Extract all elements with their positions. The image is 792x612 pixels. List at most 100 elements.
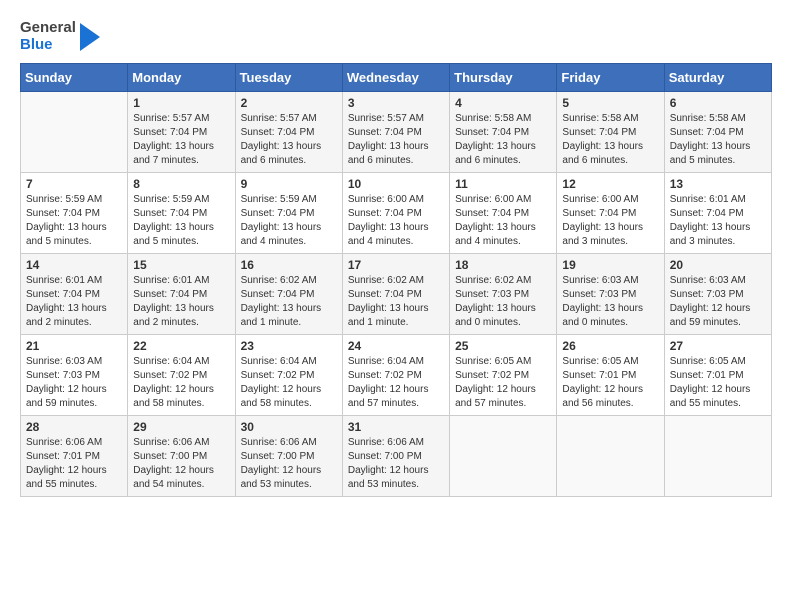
- calendar-cell: 23 Sunrise: 6:04 AM Sunset: 7:02 PM Dayli…: [235, 335, 342, 416]
- day-info: Sunrise: 6:02 AM Sunset: 7:03 PM Dayligh…: [455, 274, 551, 330]
- calendar-cell: 31Sunrise: 6:06 AM Sunset: 7:00 PM Dayli…: [342, 416, 449, 497]
- calendar-cell: 14Sunrise: 6:01 AM Sunset: 7:04 PM Dayli…: [21, 254, 128, 335]
- calendar-cell: 6Sunrise: 5:58 AM Sunset: 7:04 PM Daylig…: [664, 92, 771, 173]
- day-info: Sunrise: 5:59 AM Sunset: 7:04 PM Dayligh…: [133, 193, 229, 249]
- day-number: 29: [133, 420, 229, 434]
- day-info: Sunrise: 6:04 AM Sunset: 7:02 PM Dayligh…: [241, 355, 337, 411]
- calendar-cell: 1 Sunrise: 5:57 AM Sunset: 7:04 PM Daylig…: [128, 92, 235, 173]
- calendar-cell: 2 Sunrise: 5:57 AM Sunset: 7:04 PM Daylig…: [235, 92, 342, 173]
- day-info: Sunrise: 6:03 AM Sunset: 7:03 PM Dayligh…: [26, 355, 122, 411]
- day-info: Sunrise: 6:02 AM Sunset: 7:04 PM Dayligh…: [241, 274, 337, 330]
- calendar-cell: 11 Sunrise: 6:00 AM Sunset: 7:04 PM Dayli…: [450, 173, 557, 254]
- day-number: 8: [133, 177, 229, 191]
- calendar-cell: 3Sunrise: 5:57 AM Sunset: 7:04 PM Daylig…: [342, 92, 449, 173]
- day-info: Sunrise: 5:59 AM Sunset: 7:04 PM Dayligh…: [26, 193, 122, 249]
- weekday-header-tuesday: Tuesday: [235, 64, 342, 92]
- day-info: Sunrise: 6:06 AM Sunset: 7:00 PM Dayligh…: [241, 436, 337, 492]
- day-number: 18: [455, 258, 551, 272]
- logo-blue-text: Blue: [20, 37, 76, 54]
- day-number: 24: [348, 339, 444, 353]
- calendar-cell: 10 Sunrise: 6:00 AM Sunset: 7:04 PM Dayli…: [342, 173, 449, 254]
- calendar-cell: 27Sunrise: 6:05 AM Sunset: 7:01 PM Dayli…: [664, 335, 771, 416]
- logo-container: General Blue: [20, 20, 100, 53]
- logo: General Blue: [20, 20, 100, 53]
- day-number: 25: [455, 339, 551, 353]
- day-info: Sunrise: 6:06 AM Sunset: 7:00 PM Dayligh…: [133, 436, 229, 492]
- calendar-table: SundayMondayTuesdayWednesdayThursdayFrid…: [20, 63, 772, 497]
- day-number: 28: [26, 420, 122, 434]
- calendar-cell: 8 Sunrise: 5:59 AM Sunset: 7:04 PM Daylig…: [128, 173, 235, 254]
- calendar-cell: 20Sunrise: 6:03 AM Sunset: 7:03 PM Dayli…: [664, 254, 771, 335]
- day-number: 5: [562, 96, 658, 110]
- weekday-header-sunday: Sunday: [21, 64, 128, 92]
- calendar-week-row: 1 Sunrise: 5:57 AM Sunset: 7:04 PM Daylig…: [21, 92, 772, 173]
- calendar-cell: [664, 416, 771, 497]
- logo-arrow-icon: [80, 23, 100, 51]
- calendar-cell: 13 Sunrise: 6:01 AM Sunset: 7:04 PM Dayli…: [664, 173, 771, 254]
- logo-graphic: General Blue: [20, 20, 76, 53]
- day-number: 21: [26, 339, 122, 353]
- day-info: Sunrise: 5:57 AM Sunset: 7:04 PM Dayligh…: [241, 112, 337, 168]
- day-info: Sunrise: 5:58 AM Sunset: 7:04 PM Dayligh…: [562, 112, 658, 168]
- day-info: Sunrise: 6:06 AM Sunset: 7:00 PM Dayligh…: [348, 436, 444, 492]
- logo-general-text: General: [20, 20, 76, 37]
- day-number: 15: [133, 258, 229, 272]
- calendar-cell: 25Sunrise: 6:05 AM Sunset: 7:02 PM Dayli…: [450, 335, 557, 416]
- day-info: Sunrise: 6:06 AM Sunset: 7:01 PM Dayligh…: [26, 436, 122, 492]
- day-info: Sunrise: 6:00 AM Sunset: 7:04 PM Dayligh…: [348, 193, 444, 249]
- day-number: 4: [455, 96, 551, 110]
- day-number: 22: [133, 339, 229, 353]
- calendar-cell: [557, 416, 664, 497]
- calendar-cell: 17 Sunrise: 6:02 AM Sunset: 7:04 PM Dayli…: [342, 254, 449, 335]
- day-number: 10: [348, 177, 444, 191]
- day-number: 23: [241, 339, 337, 353]
- day-number: 12: [562, 177, 658, 191]
- calendar-week-row: 28 Sunrise: 6:06 AM Sunset: 7:01 PM Dayli…: [21, 416, 772, 497]
- day-info: Sunrise: 6:05 AM Sunset: 7:01 PM Dayligh…: [670, 355, 766, 411]
- day-info: Sunrise: 5:58 AM Sunset: 7:04 PM Dayligh…: [455, 112, 551, 168]
- weekday-header-monday: Monday: [128, 64, 235, 92]
- calendar-cell: 18 Sunrise: 6:02 AM Sunset: 7:03 PM Dayli…: [450, 254, 557, 335]
- calendar-cell: [450, 416, 557, 497]
- calendar-cell: 26 Sunrise: 6:05 AM Sunset: 7:01 PM Dayli…: [557, 335, 664, 416]
- calendar-cell: 21 Sunrise: 6:03 AM Sunset: 7:03 PM Dayli…: [21, 335, 128, 416]
- day-info: Sunrise: 6:04 AM Sunset: 7:02 PM Dayligh…: [348, 355, 444, 411]
- day-number: 14: [26, 258, 122, 272]
- day-number: 26: [562, 339, 658, 353]
- calendar-cell: 28 Sunrise: 6:06 AM Sunset: 7:01 PM Dayli…: [21, 416, 128, 497]
- day-info: Sunrise: 6:01 AM Sunset: 7:04 PM Dayligh…: [133, 274, 229, 330]
- calendar-cell: [21, 92, 128, 173]
- day-number: 30: [241, 420, 337, 434]
- calendar-cell: 22 Sunrise: 6:04 AM Sunset: 7:02 PM Dayli…: [128, 335, 235, 416]
- day-info: Sunrise: 5:59 AM Sunset: 7:04 PM Dayligh…: [241, 193, 337, 249]
- calendar-week-row: 14 Sunrise: 6:01 AM Sunset: 7:04 PM Dayli…: [21, 254, 772, 335]
- calendar-cell: 30 Sunrise: 6:06 AM Sunset: 7:00 PM Dayli…: [235, 416, 342, 497]
- day-info: Sunrise: 6:03 AM Sunset: 7:03 PM Dayligh…: [670, 274, 766, 330]
- calendar-cell: 7Sunrise: 5:59 AM Sunset: 7:04 PM Daylig…: [21, 173, 128, 254]
- weekday-header-wednesday: Wednesday: [342, 64, 449, 92]
- day-number: 9: [241, 177, 337, 191]
- day-info: Sunrise: 6:00 AM Sunset: 7:04 PM Dayligh…: [455, 193, 551, 249]
- weekday-header-friday: Friday: [557, 64, 664, 92]
- day-number: 11: [455, 177, 551, 191]
- day-info: Sunrise: 6:01 AM Sunset: 7:04 PM Dayligh…: [670, 193, 766, 249]
- day-info: Sunrise: 6:04 AM Sunset: 7:02 PM Dayligh…: [133, 355, 229, 411]
- day-number: 6: [670, 96, 766, 110]
- calendar-week-row: 21 Sunrise: 6:03 AM Sunset: 7:03 PM Dayli…: [21, 335, 772, 416]
- calendar-cell: 4 Sunrise: 5:58 AM Sunset: 7:04 PM Daylig…: [450, 92, 557, 173]
- day-number: 17: [348, 258, 444, 272]
- day-info: Sunrise: 6:00 AM Sunset: 7:04 PM Dayligh…: [562, 193, 658, 249]
- weekday-header-saturday: Saturday: [664, 64, 771, 92]
- calendar-cell: 24 Sunrise: 6:04 AM Sunset: 7:02 PM Dayli…: [342, 335, 449, 416]
- day-info: Sunrise: 6:05 AM Sunset: 7:01 PM Dayligh…: [562, 355, 658, 411]
- calendar-cell: 5 Sunrise: 5:58 AM Sunset: 7:04 PM Daylig…: [557, 92, 664, 173]
- day-number: 13: [670, 177, 766, 191]
- day-number: 1: [133, 96, 229, 110]
- calendar-cell: 9 Sunrise: 5:59 AM Sunset: 7:04 PM Daylig…: [235, 173, 342, 254]
- day-info: Sunrise: 5:57 AM Sunset: 7:04 PM Dayligh…: [133, 112, 229, 168]
- calendar-cell: 19Sunrise: 6:03 AM Sunset: 7:03 PM Dayli…: [557, 254, 664, 335]
- day-number: 2: [241, 96, 337, 110]
- weekday-header-thursday: Thursday: [450, 64, 557, 92]
- day-info: Sunrise: 6:02 AM Sunset: 7:04 PM Dayligh…: [348, 274, 444, 330]
- page-header: General Blue: [20, 20, 772, 53]
